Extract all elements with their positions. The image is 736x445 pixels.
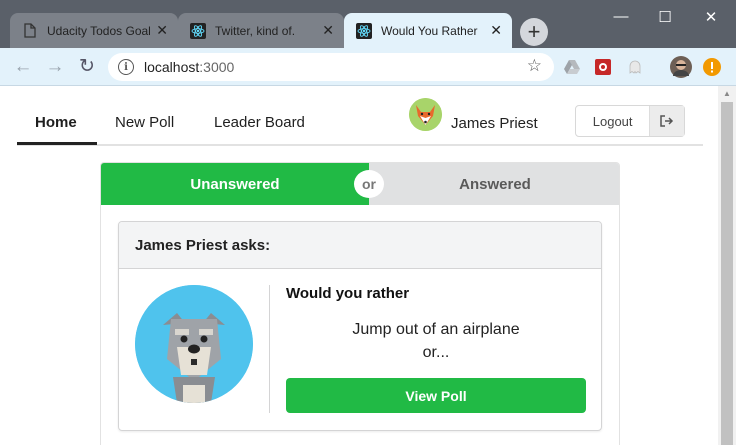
scrollbar-thumb[interactable] [721,102,733,445]
question-header: James Priest asks: [119,222,601,269]
extension-ghost-icon[interactable] [626,58,644,76]
logout-button[interactable]: Logout [575,105,685,137]
nav-new-poll[interactable]: New Poll [115,114,174,131]
back-icon[interactable]: ← [12,56,34,78]
view-poll-button[interactable]: View Poll [286,378,586,413]
question-card: James Priest asks: Would you rather Jump… [118,221,602,431]
browser-tab-twitter[interactable]: Twitter, kind of. ✕ [178,13,344,48]
nav-home[interactable]: Home [35,114,77,131]
minimize-icon[interactable]: — [606,8,636,25]
schnauzer-avatar [135,285,253,403]
bookmark-star-icon[interactable]: ☆ [527,56,542,76]
option-or-text: or... [422,344,450,361]
page-content: Home New Poll Leader Board James Priest … [0,86,718,445]
browser-tab-udacity[interactable]: Udacity Todos Goal ✕ [10,13,178,48]
browser-tab-would-you-rather[interactable]: Would You Rather ✕ [344,13,512,48]
url-port: :3000 [199,59,235,75]
option-text: Jump out of an airplane [352,321,520,338]
vertical-divider [269,285,270,413]
browser-toolbar: ← → ↻ i localhost:3000 ☆ [0,48,736,86]
or-divider-badge: or [354,170,384,198]
forward-icon[interactable]: → [44,56,66,78]
fox-avatar [409,98,442,131]
update-alert-icon[interactable] [703,58,721,76]
url-host: localhost [144,59,200,75]
tab-unanswered[interactable]: Unanswered [101,163,369,205]
user-name: James Priest [451,115,538,132]
tab-title: Would You Rather [381,23,478,38]
reload-icon[interactable]: ↻ [76,56,98,78]
close-icon[interactable]: ✕ [490,22,502,38]
question-title: Would you rather [286,285,410,302]
url-text: localhost:3000 [144,59,234,75]
drive-extension-icon[interactable] [563,58,581,76]
document-icon [22,23,38,39]
tab-answered[interactable]: Answered [369,163,619,205]
extension-red-icon[interactable] [594,58,612,76]
close-icon[interactable]: ✕ [156,22,168,38]
vertical-scrollbar[interactable]: ▲ [718,86,736,445]
react-icon [356,22,372,39]
scroll-up-icon[interactable]: ▲ [723,89,731,98]
logout-label: Logout [592,113,633,129]
maximize-icon[interactable]: ☐ [650,8,680,26]
tab-title: Udacity Todos Goal [47,23,151,38]
react-icon [190,22,206,39]
window-close-icon[interactable]: ✕ [696,8,726,26]
tab-title: Twitter, kind of. [215,23,296,38]
address-bar[interactable]: i localhost:3000 ☆ [108,53,554,81]
poll-panel: Unanswered Answered or James Priest asks… [100,162,620,445]
info-icon[interactable]: i [118,59,134,75]
close-icon[interactable]: ✕ [322,22,334,38]
app-navbar: Home New Poll Leader Board James Priest … [17,86,703,146]
new-tab-button[interactable]: + [520,18,548,46]
active-tab-indicator [17,142,97,145]
browser-titlebar: Udacity Todos Goal ✕ Twitter, kind of. ✕… [0,0,736,48]
sign-out-icon [649,106,684,136]
profile-avatar[interactable] [670,56,692,78]
nav-leader-board[interactable]: Leader Board [214,114,305,131]
